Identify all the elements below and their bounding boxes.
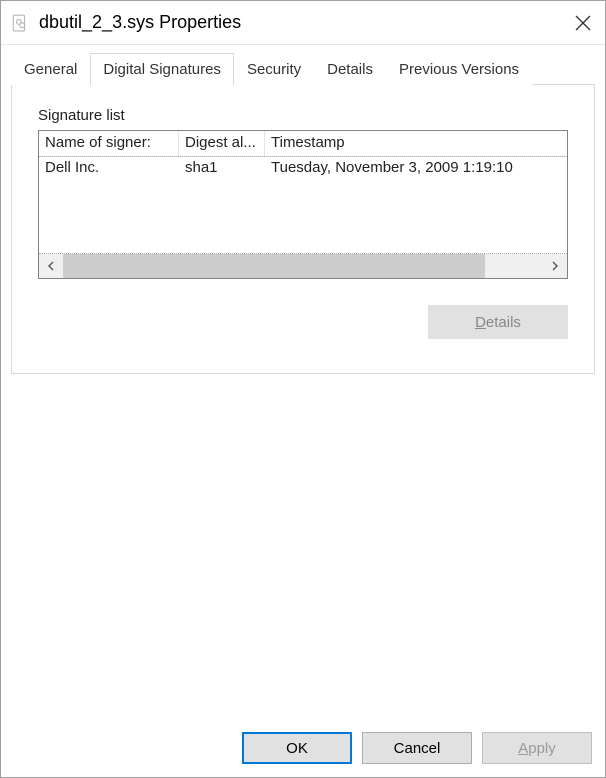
list-row[interactable]: Dell Inc. sha1 Tuesday, November 3, 2009…: [39, 157, 567, 181]
scroll-thumb[interactable]: [63, 254, 485, 278]
tab-details[interactable]: Details: [314, 53, 386, 85]
column-header-name[interactable]: Name of signer:: [39, 131, 179, 156]
scroll-track[interactable]: [63, 254, 543, 278]
details-button: Details: [428, 305, 568, 339]
column-header-timestamp[interactable]: Timestamp: [265, 131, 567, 156]
signature-list-label: Signature list: [38, 107, 568, 124]
tabs-row: General Digital Signatures Security Deta…: [11, 53, 595, 84]
column-header-digest[interactable]: Digest al...: [179, 131, 265, 156]
cell-timestamp: Tuesday, November 3, 2009 1:19:10: [265, 157, 567, 181]
tab-security[interactable]: Security: [234, 53, 314, 85]
details-button-row: Details: [38, 305, 568, 339]
tab-general[interactable]: General: [11, 53, 90, 85]
list-body: Dell Inc. sha1 Tuesday, November 3, 2009…: [39, 156, 567, 254]
dialog-buttons: OK Cancel Apply: [242, 732, 592, 764]
cell-name: Dell Inc.: [39, 157, 179, 181]
close-icon[interactable]: [575, 15, 591, 31]
ok-button[interactable]: OK: [242, 732, 352, 764]
window-title: dbutil_2_3.sys Properties: [39, 12, 575, 33]
tab-previous-versions[interactable]: Previous Versions: [386, 53, 532, 85]
content-area: General Digital Signatures Security Deta…: [1, 45, 605, 374]
file-icon: [11, 14, 29, 32]
titlebar: dbutil_2_3.sys Properties: [1, 1, 605, 45]
tab-panel: Signature list Name of signer: Digest al…: [11, 84, 595, 374]
cancel-button[interactable]: Cancel: [362, 732, 472, 764]
list-headers: Name of signer: Digest al... Timestamp: [39, 131, 567, 157]
scroll-right-icon[interactable]: [543, 254, 567, 278]
signature-list[interactable]: Name of signer: Digest al... Timestamp D…: [38, 130, 568, 279]
scroll-left-icon[interactable]: [39, 254, 63, 278]
cell-digest: sha1: [179, 157, 265, 181]
tab-digital-signatures[interactable]: Digital Signatures: [90, 53, 234, 85]
apply-button: Apply: [482, 732, 592, 764]
horizontal-scrollbar[interactable]: [39, 254, 567, 278]
